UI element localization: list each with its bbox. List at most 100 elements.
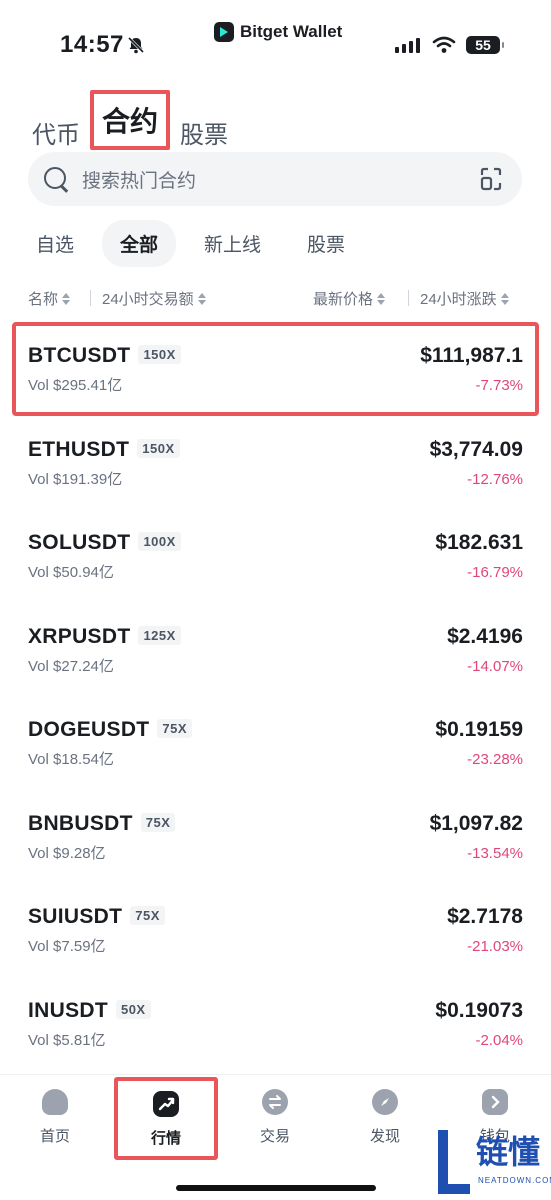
volume: Vol $5.81亿 — [28, 1031, 106, 1049]
wallet-icon — [482, 1089, 508, 1115]
nav-market-label: 行情 — [150, 1130, 181, 1147]
volume: Vol $18.54亿 — [28, 751, 114, 768]
sort-icon — [62, 292, 71, 305]
symbol: ETHUSDT — [28, 437, 130, 461]
price: $2.7178 — [447, 905, 523, 928]
home-indicator — [176, 1185, 376, 1191]
price: $2.4196 — [447, 624, 523, 648]
cell-signal-icon — [395, 38, 420, 53]
leverage-badge: 75X — [140, 812, 176, 832]
search-bar[interactable]: 搜索热门合约 — [28, 152, 522, 206]
table-row[interactable]: BNBUSDT 75X Vol $9.28亿 $1,097.82 -13.54% — [0, 790, 551, 884]
search-icon — [42, 165, 70, 193]
bitget-logo-icon — [214, 22, 234, 42]
contract-list: BTCUSDT 150X Vol $295.41亿 $111,987.1 -7.7… — [0, 322, 551, 1070]
change: -16.79% — [467, 564, 523, 581]
bell-muted-icon — [127, 36, 145, 54]
table-row[interactable]: SOLUSDT 100X Vol $50.94亿 $182.631 -16.79% — [0, 509, 551, 603]
col-change-label: 24小时涨跌 — [420, 291, 497, 308]
price: $182.631 — [435, 531, 523, 554]
table-row[interactable]: XRPUSDT 125X Vol $27.24亿 $2.4196 -14.07% — [0, 603, 551, 697]
tab-tokens[interactable]: 代币 — [30, 115, 82, 150]
top-tabs: 代币 合约 股票 — [30, 90, 230, 150]
change: -23.28% — [467, 751, 523, 768]
symbol: BTCUSDT — [28, 344, 131, 367]
symbol: DOGEUSDT — [28, 718, 150, 741]
col-price-label: 最新价格 — [313, 291, 374, 308]
table-row[interactable]: SUIUSDT 75X Vol $7.59亿 $2.7178 -21.03% — [0, 883, 551, 977]
watermark-sub: NEATDOWN.COM — [478, 1176, 551, 1185]
col-name-label: 名称 — [28, 291, 59, 308]
status-bar: 14:57 Bitget Wallet 55 — [0, 0, 551, 72]
price: $0.19073 — [435, 998, 523, 1022]
leverage-badge: 75X — [157, 719, 193, 738]
col-name[interactable]: 名称 — [28, 288, 71, 309]
leverage-badge: 75X — [130, 906, 165, 925]
price: $111,987.1 — [420, 344, 523, 367]
leverage-badge: 50X — [115, 999, 151, 1019]
price: $0.19159 — [435, 718, 523, 741]
chip-stocks[interactable]: 股票 — [289, 220, 363, 267]
symbol: SOLUSDT — [28, 531, 131, 554]
filter-chips: 自选 全部 新上线 股票 — [18, 220, 363, 267]
sort-icon — [377, 292, 386, 305]
volume: Vol $7.59亿 — [28, 938, 106, 955]
volume: Vol $50.94亿 — [28, 564, 114, 581]
market-chart-icon — [153, 1091, 179, 1117]
symbol: SUIUSDT — [28, 905, 123, 928]
brand-name: Bitget Wallet — [240, 22, 343, 41]
nav-home[interactable]: 首页 — [15, 1089, 95, 1146]
volume: Vol $9.28亿 — [28, 844, 106, 862]
table-row[interactable]: ETHUSDT 150X Vol $191.39亿 $3,774.09 -12.7… — [0, 416, 551, 510]
chip-favorites[interactable]: 自选 — [18, 220, 92, 267]
col-volume[interactable]: 24小时交易额 — [102, 288, 206, 309]
col-price[interactable]: 最新价格 — [313, 288, 386, 309]
sort-icon — [500, 292, 509, 305]
watermark-l-icon — [438, 1130, 470, 1194]
symbol: XRPUSDT — [28, 624, 131, 648]
status-time: 14:57 — [60, 31, 124, 58]
leverage-badge: 150X — [137, 438, 180, 458]
change: -14.07% — [467, 657, 523, 675]
col-change[interactable]: 24小时涨跌 — [420, 288, 509, 309]
app-brand: Bitget Wallet — [214, 22, 342, 42]
compass-icon — [372, 1089, 398, 1115]
column-divider — [408, 290, 409, 306]
nav-market[interactable]: 行情 — [114, 1077, 218, 1160]
nav-discover[interactable]: 发现 — [345, 1089, 425, 1146]
search-input[interactable]: 搜索热门合约 — [82, 166, 478, 193]
change: -21.03% — [467, 938, 523, 955]
nav-discover-label: 发现 — [369, 1128, 400, 1145]
change: -2.04% — [475, 1031, 523, 1049]
wifi-icon — [432, 36, 456, 53]
nav-home-label: 首页 — [39, 1128, 70, 1145]
tab-futures[interactable]: 合约 — [90, 90, 171, 150]
nav-trade-label: 交易 — [259, 1128, 290, 1145]
table-row[interactable]: BTCUSDT 150X Vol $295.41亿 $111,987.1 -7.7… — [12, 322, 539, 416]
symbol: INUSDT — [28, 998, 108, 1022]
price: $1,097.82 — [429, 811, 523, 835]
tab-stocks[interactable]: 股票 — [178, 115, 230, 150]
volume: Vol $191.39亿 — [28, 470, 123, 488]
watermark-text: 链懂 — [476, 1134, 541, 1170]
leverage-badge: 100X — [138, 532, 181, 551]
watermark-logo: 链懂 NEATDOWN.COM — [438, 1130, 551, 1194]
symbol: BNBUSDT — [28, 811, 133, 835]
scan-icon[interactable] — [478, 166, 504, 192]
leverage-badge: 150X — [138, 345, 181, 364]
change: -12.76% — [467, 470, 523, 488]
chip-all[interactable]: 全部 — [102, 220, 177, 267]
swap-icon — [262, 1089, 288, 1115]
change: -7.73% — [475, 377, 523, 394]
price: $3,774.09 — [429, 437, 523, 461]
volume: Vol $27.24亿 — [28, 657, 114, 675]
volume: Vol $295.41亿 — [28, 377, 123, 394]
table-row[interactable]: INUSDT 50X Vol $5.81亿 $0.19073 -2.04% — [0, 977, 551, 1071]
column-divider — [90, 290, 91, 306]
nav-trade[interactable]: 交易 — [235, 1089, 315, 1146]
col-volume-label: 24小时交易额 — [102, 291, 194, 308]
sort-icon — [197, 292, 206, 305]
chip-new-listings[interactable]: 新上线 — [186, 220, 279, 267]
table-row[interactable]: DOGEUSDT 75X Vol $18.54亿 $0.19159 -23.28% — [0, 696, 551, 790]
battery-icon: 55 — [466, 36, 504, 54]
